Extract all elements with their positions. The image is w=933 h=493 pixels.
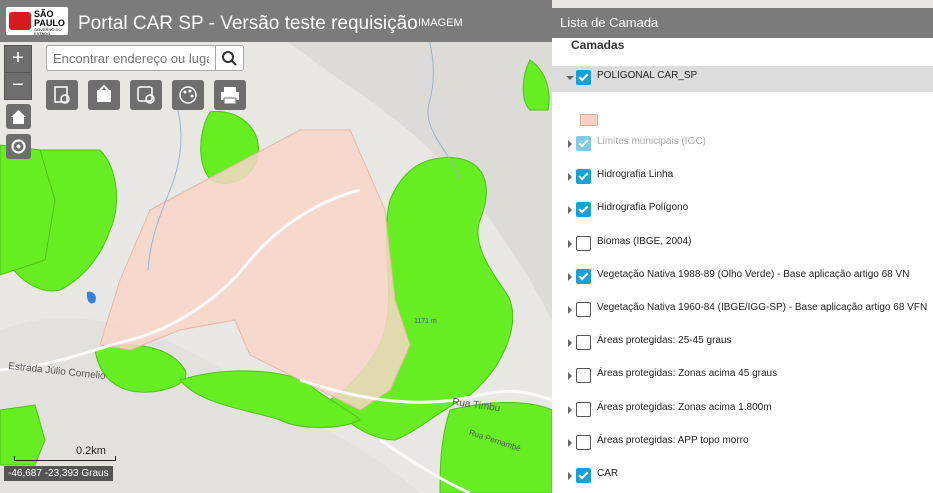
layer-label: Áreas protegidas: APP topo morro [597, 435, 749, 446]
expand-icon[interactable] [568, 206, 572, 214]
print-button[interactable] [214, 80, 246, 110]
search-icon [222, 51, 237, 66]
layer-label: Biomas (IBGE, 2004) [597, 236, 692, 247]
coordinates-readout: -46,687 -23,393 Graus [4, 466, 113, 481]
expand-icon[interactable] [568, 140, 572, 148]
layer-checkbox[interactable] [576, 368, 591, 383]
layers-icon [97, 84, 111, 102]
layer-checkbox[interactable] [576, 335, 591, 350]
print-icon [221, 87, 239, 105]
layer-row[interactable]: Vegetação Nativa 1960-84 (IBGE/IGG-SP) -… [552, 298, 933, 324]
layer-row[interactable]: Áreas protegidas: Zonas acima 45 graus [552, 364, 933, 390]
layer-label: Áreas protegidas: Zonas acima 45 graus [597, 368, 778, 379]
style-button[interactable] [172, 80, 204, 110]
logo-subtext: GOVERNO DO ESTADO [34, 27, 62, 36]
expand-icon[interactable] [568, 240, 572, 248]
expand-icon[interactable] [568, 472, 572, 480]
top-header: SÃO PAULO GOVERNO DO ESTADO Portal CAR S… [0, 0, 552, 42]
home-button[interactable] [6, 104, 31, 129]
layer-row[interactable]: POLIGONAL CAR_SP [552, 66, 933, 92]
layer-checkbox[interactable] [576, 468, 591, 483]
layer-checkbox[interactable] [576, 236, 591, 251]
scale-bar: 0.2km [14, 445, 116, 461]
expand-icon[interactable] [568, 339, 572, 347]
locate-button[interactable] [6, 134, 31, 159]
expand-icon[interactable] [568, 439, 572, 447]
zoom-in-button[interactable]: + [4, 45, 32, 73]
layer-checkbox[interactable] [576, 435, 591, 450]
layer-checkbox[interactable] [576, 202, 591, 217]
layer-checkbox[interactable] [576, 402, 591, 417]
logo-text: SÃO PAULO [34, 9, 65, 28]
layer-row[interactable]: Limites municipais (IGC) [552, 132, 933, 158]
identify-icon [54, 86, 70, 104]
layer-label: Áreas protegidas: 25-45 graus [597, 335, 732, 346]
identify-button[interactable] [46, 80, 78, 110]
sao-paulo-logo[interactable]: SÃO PAULO GOVERNO DO ESTADO [6, 7, 68, 36]
locate-icon [11, 139, 26, 154]
layer-checkbox[interactable] [576, 269, 591, 284]
scale-line [14, 456, 116, 461]
home-icon [11, 110, 26, 124]
layer-label: Áreas protegidas: Zonas acima 1.800m [597, 402, 772, 413]
layer-row[interactable]: CAR [552, 464, 933, 490]
query-icon [137, 86, 155, 104]
panel-subtitle: Camadas [571, 38, 625, 52]
panel-title: Lista de Camada [552, 8, 933, 38]
expand-icon[interactable] [568, 173, 572, 181]
layer-row[interactable]: Vegetação Nativa 1988-89 (Olho Verde) - … [552, 265, 933, 291]
layer-label: Limites municipais (IGC) [597, 136, 706, 147]
search-button[interactable] [216, 45, 244, 71]
layer-checkbox[interactable] [576, 169, 591, 184]
layer-row[interactable]: Biomas (IBGE, 2004) [552, 232, 933, 258]
search-input[interactable] [46, 45, 216, 71]
layer-label: Vegetação Nativa 1988-89 (Olho Verde) - … [597, 269, 910, 280]
tab-imagem[interactable]: IMAGEM [418, 17, 463, 29]
collapse-icon[interactable] [566, 76, 574, 80]
layer-label: Vegetação Nativa 1960-84 (IBGE/IGG-SP) -… [597, 302, 928, 313]
layer-list-button[interactable] [88, 80, 120, 110]
polygon-legend-swatch [580, 114, 598, 126]
palette-icon [179, 86, 197, 104]
expand-icon[interactable] [568, 306, 572, 314]
layer-row[interactable]: Hidrografia Polígono [552, 198, 933, 224]
layer-row[interactable]: Áreas protegidas: Zonas acima 1.800m [552, 398, 933, 424]
layer-row[interactable]: Áreas protegidas: APP topo morro [552, 431, 933, 457]
layer-list-panel: Lista de Camada Camadas POLIGONAL CAR_SP… [552, 8, 933, 493]
expand-icon[interactable] [568, 273, 572, 281]
layer-label: Hidrografia Polígono [597, 202, 689, 213]
layer-label: POLIGONAL CAR_SP [597, 70, 698, 81]
elevation-label: 1171 m [414, 318, 437, 325]
layer-checkbox[interactable] [576, 70, 591, 85]
layer-label: CAR [597, 468, 619, 479]
layer-label: Hidrografia Linha [597, 169, 674, 180]
search-bar [46, 45, 244, 73]
layer-row[interactable]: Hidrografia Linha [552, 165, 933, 191]
layer-checkbox[interactable] [576, 136, 591, 151]
query-button[interactable] [130, 80, 162, 110]
layer-row[interactable]: Áreas protegidas: 25-45 graus [552, 331, 933, 357]
app-title: Portal CAR SP - Versão teste requisição [78, 13, 418, 34]
layer-checkbox[interactable] [576, 302, 591, 317]
expand-icon[interactable] [568, 372, 572, 380]
zoom-out-button[interactable]: − [4, 72, 32, 100]
expand-icon[interactable] [568, 406, 572, 414]
logo-mark [9, 12, 31, 30]
